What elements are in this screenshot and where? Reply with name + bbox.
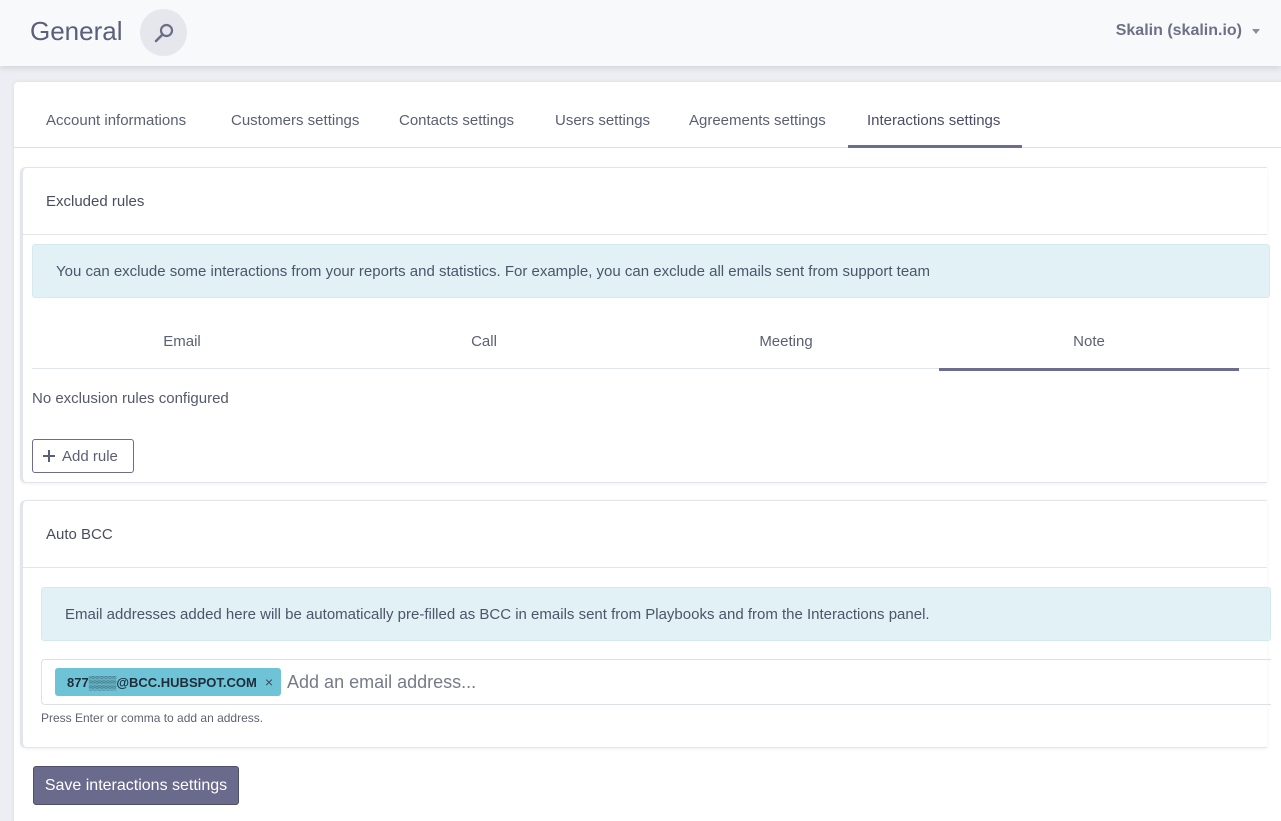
tab-contacts-settings[interactable]: Contacts settings xyxy=(399,82,514,148)
tab-account-informations[interactable]: Account informations xyxy=(46,82,186,148)
auto-bcc-title: Auto BCC xyxy=(23,501,1267,568)
tab-customers-settings[interactable]: Customers settings xyxy=(231,82,359,148)
tab-email[interactable]: Email xyxy=(32,311,332,369)
user-menu-label: Skalin (skalin.io) xyxy=(1115,22,1242,39)
tab-agreements-settings[interactable]: Agreements settings xyxy=(689,82,826,148)
bcc-help-text: Press Enter or comma to add an address. xyxy=(41,711,264,725)
search-icon xyxy=(154,23,173,42)
add-rule-label: Add rule xyxy=(62,447,118,465)
bcc-email-field[interactable]: 877▒▒▒@BCC.HUBSPOT.COM × xyxy=(41,659,1271,705)
tab-meeting[interactable]: Meeting xyxy=(636,311,936,369)
tab-call[interactable]: Call xyxy=(334,311,634,369)
search-button[interactable] xyxy=(140,9,187,56)
excluded-rules-title: Excluded rules xyxy=(23,168,1267,235)
user-menu[interactable]: Skalin (skalin.io) xyxy=(1116,22,1260,40)
empty-rules-message: No exclusion rules configured xyxy=(32,390,229,407)
close-icon[interactable]: × xyxy=(265,674,273,690)
auto-bcc-info: Email addresses added here will be autom… xyxy=(41,587,1271,641)
email-address-input[interactable] xyxy=(287,671,888,693)
excluded-rules-info: You can exclude some interactions from y… xyxy=(32,244,1270,298)
page-title: General xyxy=(30,16,123,46)
email-tag: 877▒▒▒@BCC.HUBSPOT.COM × xyxy=(55,668,282,696)
interaction-type-tabs: Email Call Meeting Note xyxy=(32,311,1270,371)
plus-icon xyxy=(43,450,55,462)
excluded-rules-panel: Excluded rules You can exclude some inte… xyxy=(20,167,1270,483)
tab-interactions-settings[interactable]: Interactions settings xyxy=(848,82,1022,148)
add-rule-button[interactable]: Add rule xyxy=(32,439,134,473)
auto-bcc-panel: Auto BCC Email addresses added here will… xyxy=(20,500,1271,748)
save-interactions-settings-button[interactable]: Save interactions settings xyxy=(33,766,239,805)
chevron-down-icon xyxy=(1252,28,1260,34)
tab-note[interactable]: Note xyxy=(939,311,1239,371)
settings-tabs: Account informations Customers settings … xyxy=(14,82,1281,148)
email-tag-label: 877▒▒▒@BCC.HUBSPOT.COM xyxy=(67,674,257,690)
top-bar: General Skalin (skalin.io) xyxy=(0,0,1281,66)
tab-users-settings[interactable]: Users settings xyxy=(555,82,650,148)
